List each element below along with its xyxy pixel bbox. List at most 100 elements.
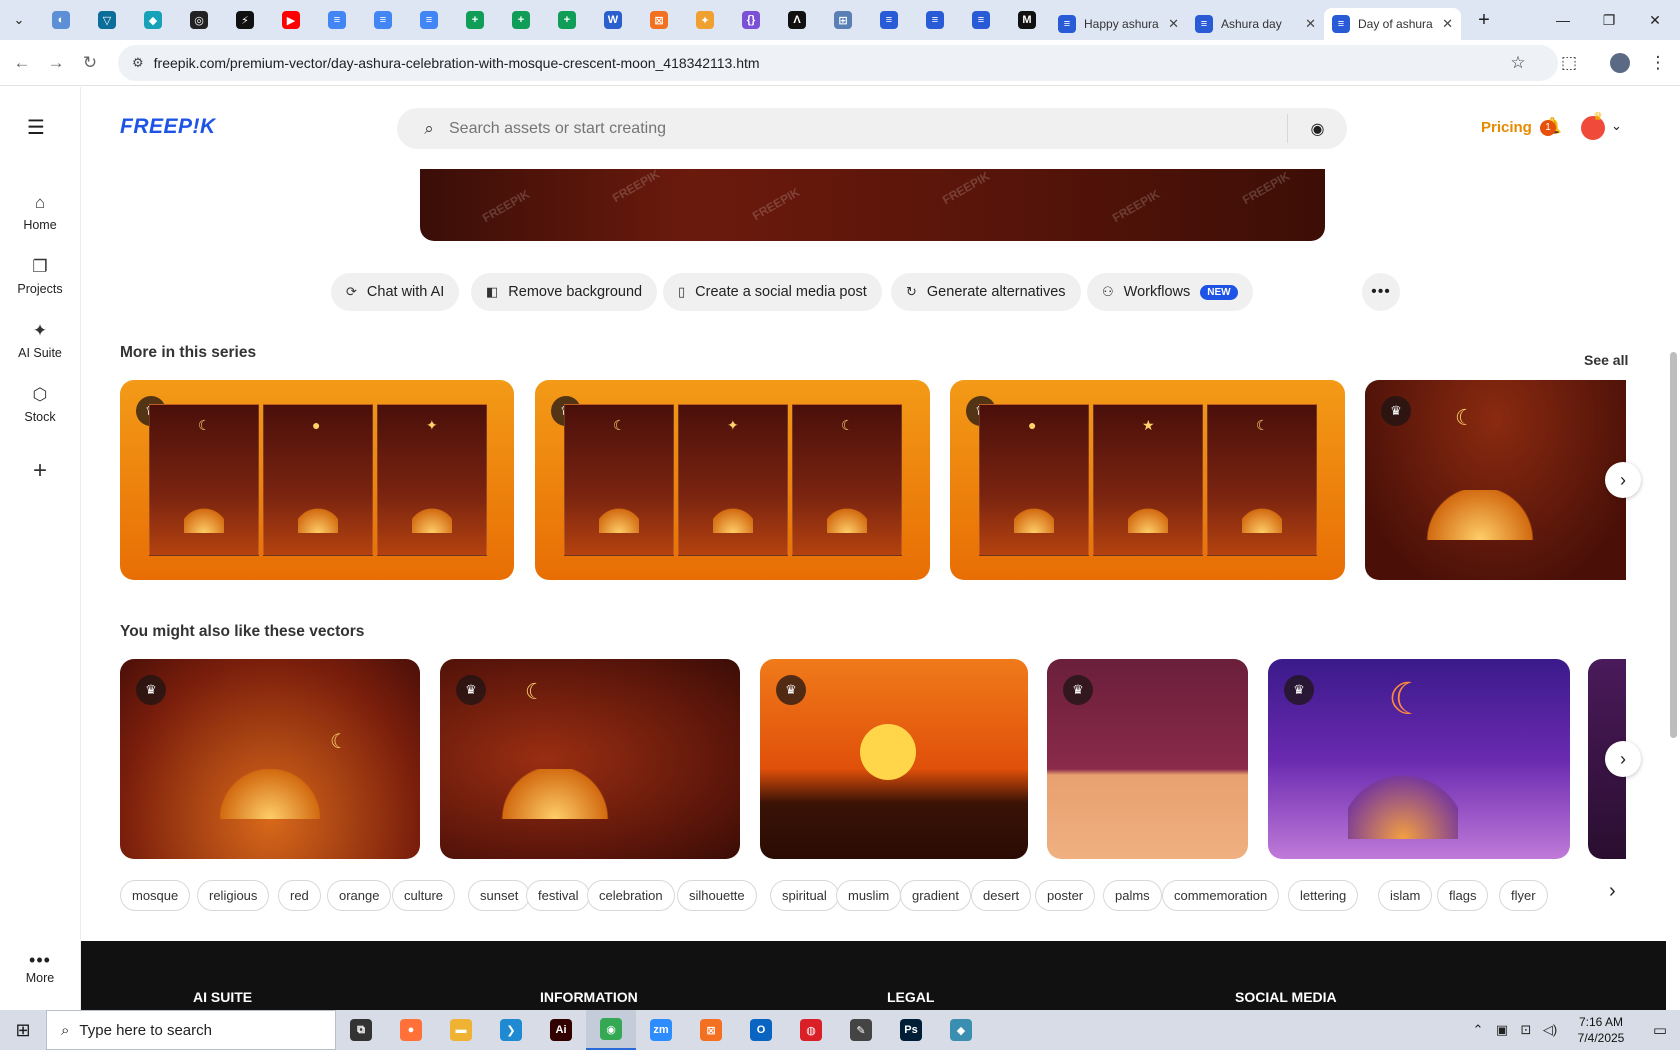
tray-app-icon[interactable]: ▣ — [1490, 1022, 1514, 1038]
chevron-up-icon[interactable]: ⌃ — [1466, 1022, 1490, 1038]
tab-sheets-3[interactable]: + — [544, 0, 590, 40]
tag-chip[interactable]: muslim — [836, 880, 902, 911]
tab-generic-9[interactable]: ⊞ — [820, 0, 866, 40]
tab-generic-6[interactable]: ✦ — [682, 0, 728, 40]
tag-chip[interactable]: desert — [971, 880, 1032, 911]
tab-forms-2[interactable]: ≡ — [912, 0, 958, 40]
taskbar-zoom[interactable]: zm — [636, 1010, 686, 1050]
tag-chip[interactable]: sunset — [468, 880, 531, 911]
vector-card[interactable]: ♛ — [760, 659, 1028, 859]
browser-tab[interactable]: ≡ Ashura day ✕ — [1187, 8, 1324, 40]
tag-chip[interactable]: culture — [392, 880, 456, 911]
notifications-button[interactable]: 🔔1 — [1540, 116, 1564, 140]
tag-chip[interactable]: orange — [327, 880, 392, 911]
new-tab-button[interactable]: + — [1461, 0, 1507, 40]
taskbar-creative-cloud[interactable]: ◍ — [786, 1010, 836, 1050]
start-button[interactable]: ⊞ — [0, 1010, 46, 1050]
tab-sheets-1[interactable]: + — [452, 0, 498, 40]
tag-chip[interactable]: gradient — [900, 880, 971, 911]
hamburger-menu-icon[interactable]: ☰ — [27, 115, 45, 140]
tab-xampp[interactable]: ⊠ — [636, 0, 682, 40]
tag-chip[interactable]: silhouette — [677, 880, 757, 911]
tag-chip[interactable]: religious — [197, 880, 270, 911]
tag-chip[interactable]: flyer — [1499, 880, 1548, 911]
tab-generic-1[interactable]: ◐ — [38, 0, 84, 40]
vector-card[interactable]: ♛ ☾ — [1268, 659, 1570, 859]
camera-icon[interactable]: ◉ — [1287, 114, 1347, 143]
back-button[interactable]: ← — [5, 46, 39, 80]
tab-youtube[interactable]: ▶ — [268, 0, 314, 40]
tag-chip[interactable]: islam — [1378, 880, 1433, 911]
pricing-link[interactable]: Pricing — [1481, 119, 1532, 136]
series-card[interactable]: ♛ ☾ ✦ ☾ — [535, 380, 930, 580]
tag-chip[interactable]: red — [278, 880, 321, 911]
user-avatar[interactable]: ♛ — [1581, 111, 1605, 140]
taskbar-app-gem[interactable]: ◆ — [936, 1010, 986, 1050]
page-scrollbar[interactable] — [1666, 87, 1680, 1010]
browser-tab[interactable]: ≡ Day of ashura ✕ — [1324, 8, 1461, 40]
tab-docs-1[interactable]: ≡ — [314, 0, 360, 40]
tab-generic-4[interactable]: ◎ — [176, 0, 222, 40]
action-create-a-social-media-post-button[interactable]: ▯ Create a social media post — [663, 273, 882, 311]
tag-chip[interactable]: mosque — [120, 880, 191, 911]
tab-generic-7[interactable]: {} — [728, 0, 774, 40]
browser-tab[interactable]: ≡ Happy ashura ✕ — [1050, 8, 1187, 40]
bookmark-star-icon[interactable]: ☆ — [1501, 46, 1535, 80]
network-icon[interactable]: ⊡ — [1514, 1022, 1538, 1038]
action-chat-with-ai-button[interactable]: ⟳ Chat with AI — [331, 273, 460, 311]
extensions-icon[interactable]: ⬚ — [1552, 46, 1586, 80]
restore-button[interactable]: ❐ — [1586, 0, 1632, 40]
action-workflows-button[interactable]: ⚇ Workflows NEW — [1087, 273, 1253, 311]
notification-center-icon[interactable]: ▭ — [1640, 1021, 1680, 1039]
minimize-button[interactable]: — — [1540, 0, 1586, 40]
taskbar-search[interactable]: ⌕ Type here to search — [46, 1010, 336, 1050]
tab-generic-5[interactable]: ⚡ — [222, 0, 268, 40]
sidebar-item-more[interactable]: ••• More — [0, 950, 80, 985]
tags-next-icon[interactable]: › — [1609, 880, 1616, 903]
close-tab-icon[interactable]: ✕ — [1442, 16, 1453, 32]
see-all-link[interactable]: See all — [1584, 352, 1628, 368]
tab-generic-2[interactable]: ▽ — [84, 0, 130, 40]
tag-chip[interactable]: lettering — [1288, 880, 1359, 911]
similar-next-button[interactable]: › — [1605, 741, 1641, 777]
tag-chip[interactable]: festival — [526, 880, 591, 911]
tab-search-button[interactable]: ⌄ — [0, 0, 38, 40]
vector-card[interactable]: ♛ ☾ — [440, 659, 740, 859]
taskbar-outlook[interactable]: O — [736, 1010, 786, 1050]
tab-forms-3[interactable]: ≡ — [958, 0, 1004, 40]
volume-icon[interactable]: ◁) — [1538, 1022, 1562, 1038]
taskbar-pen-tool[interactable]: ✎ — [836, 1010, 886, 1050]
scrollbar-thumb[interactable] — [1670, 352, 1677, 738]
clock[interactable]: 7:16 AM 7/4/2025 — [1562, 1014, 1640, 1046]
reload-button[interactable]: ↻ — [73, 46, 107, 80]
browser-menu-icon[interactable]: ⋮ — [1641, 46, 1675, 80]
series-card[interactable]: ♛ ☾ — [1365, 380, 1626, 580]
sidebar-item-projects[interactable]: ❐ Projects — [0, 256, 80, 296]
tab-generic-3[interactable]: ◆ — [130, 0, 176, 40]
more-actions-button[interactable]: ••• — [1362, 273, 1400, 311]
add-icon[interactable]: + — [0, 457, 80, 485]
series-card[interactable]: ♛ ☾ ● ✦ — [120, 380, 514, 580]
tab-docs-3[interactable]: ≡ — [406, 0, 452, 40]
taskbar-vscode[interactable]: ❯ — [486, 1010, 536, 1050]
vector-card[interactable]: ♛ ☾ — [120, 659, 420, 859]
forward-button[interactable]: → — [39, 46, 73, 80]
tab-docs-2[interactable]: ≡ — [360, 0, 406, 40]
tab-generic-8[interactable]: Λ — [774, 0, 820, 40]
taskbar-file-explorer[interactable]: ▬ — [436, 1010, 486, 1050]
sidebar-item-ai-suite[interactable]: ✦ AI Suite — [0, 320, 80, 360]
tag-chip[interactable]: spiritual — [770, 880, 839, 911]
url-field[interactable]: ⚙ freepik.com/premium-vector/day-ashura-… — [118, 45, 1558, 81]
series-card[interactable]: ♛ ● ★ ☾ — [950, 380, 1345, 580]
close-tab-icon[interactable]: ✕ — [1305, 16, 1316, 32]
tag-chip[interactable]: palms — [1103, 880, 1162, 911]
taskbar-chrome[interactable]: ◉ — [586, 1010, 636, 1050]
sidebar-item-stock[interactable]: ⬡ Stock — [0, 384, 80, 424]
action-remove-background-button[interactable]: ◧ Remove background — [471, 273, 658, 311]
vector-card[interactable]: ♛ — [1047, 659, 1248, 859]
tab-sheets-2[interactable]: + — [498, 0, 544, 40]
search-input[interactable] — [449, 119, 1287, 138]
taskbar-illustrator[interactable]: Ai — [536, 1010, 586, 1050]
sidebar-item-home[interactable]: ⌂ Home — [0, 192, 80, 232]
series-next-button[interactable]: › — [1605, 462, 1641, 498]
